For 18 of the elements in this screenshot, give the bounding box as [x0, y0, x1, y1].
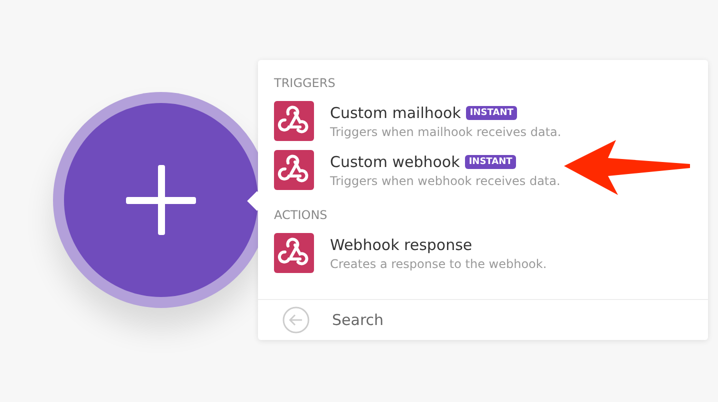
webhook-icon [274, 233, 314, 273]
plus-icon [126, 165, 196, 235]
module-item[interactable]: Custom webhook INSTANT Triggers when webhook receives data. [258, 147, 708, 196]
module-title: Custom webhook [330, 152, 460, 170]
instant-badge: INSTANT [464, 154, 516, 168]
module-title: Custom mailhook [330, 104, 461, 122]
instant-badge: INSTANT [466, 106, 518, 120]
section-heading: ACTIONS [273, 207, 328, 224]
module-title: Webhook response [330, 236, 472, 254]
module-description: Triggers when webhook receives data. [330, 174, 560, 188]
webhook-icon [274, 101, 314, 141]
search-field[interactable]: Search [330, 310, 534, 330]
module-item[interactable]: Webhook response Creates a response to the webhook. [258, 230, 708, 279]
module-description: Triggers when mailhook receives data. [330, 124, 562, 138]
module-description: Creates a response to the webhook. [330, 256, 547, 270]
module-item[interactable]: Custom mailhook INSTANT Triggers when mailhook receives data. [258, 98, 708, 147]
section-heading: TRIGGERS [273, 75, 336, 92]
webhook-icon [274, 150, 314, 190]
